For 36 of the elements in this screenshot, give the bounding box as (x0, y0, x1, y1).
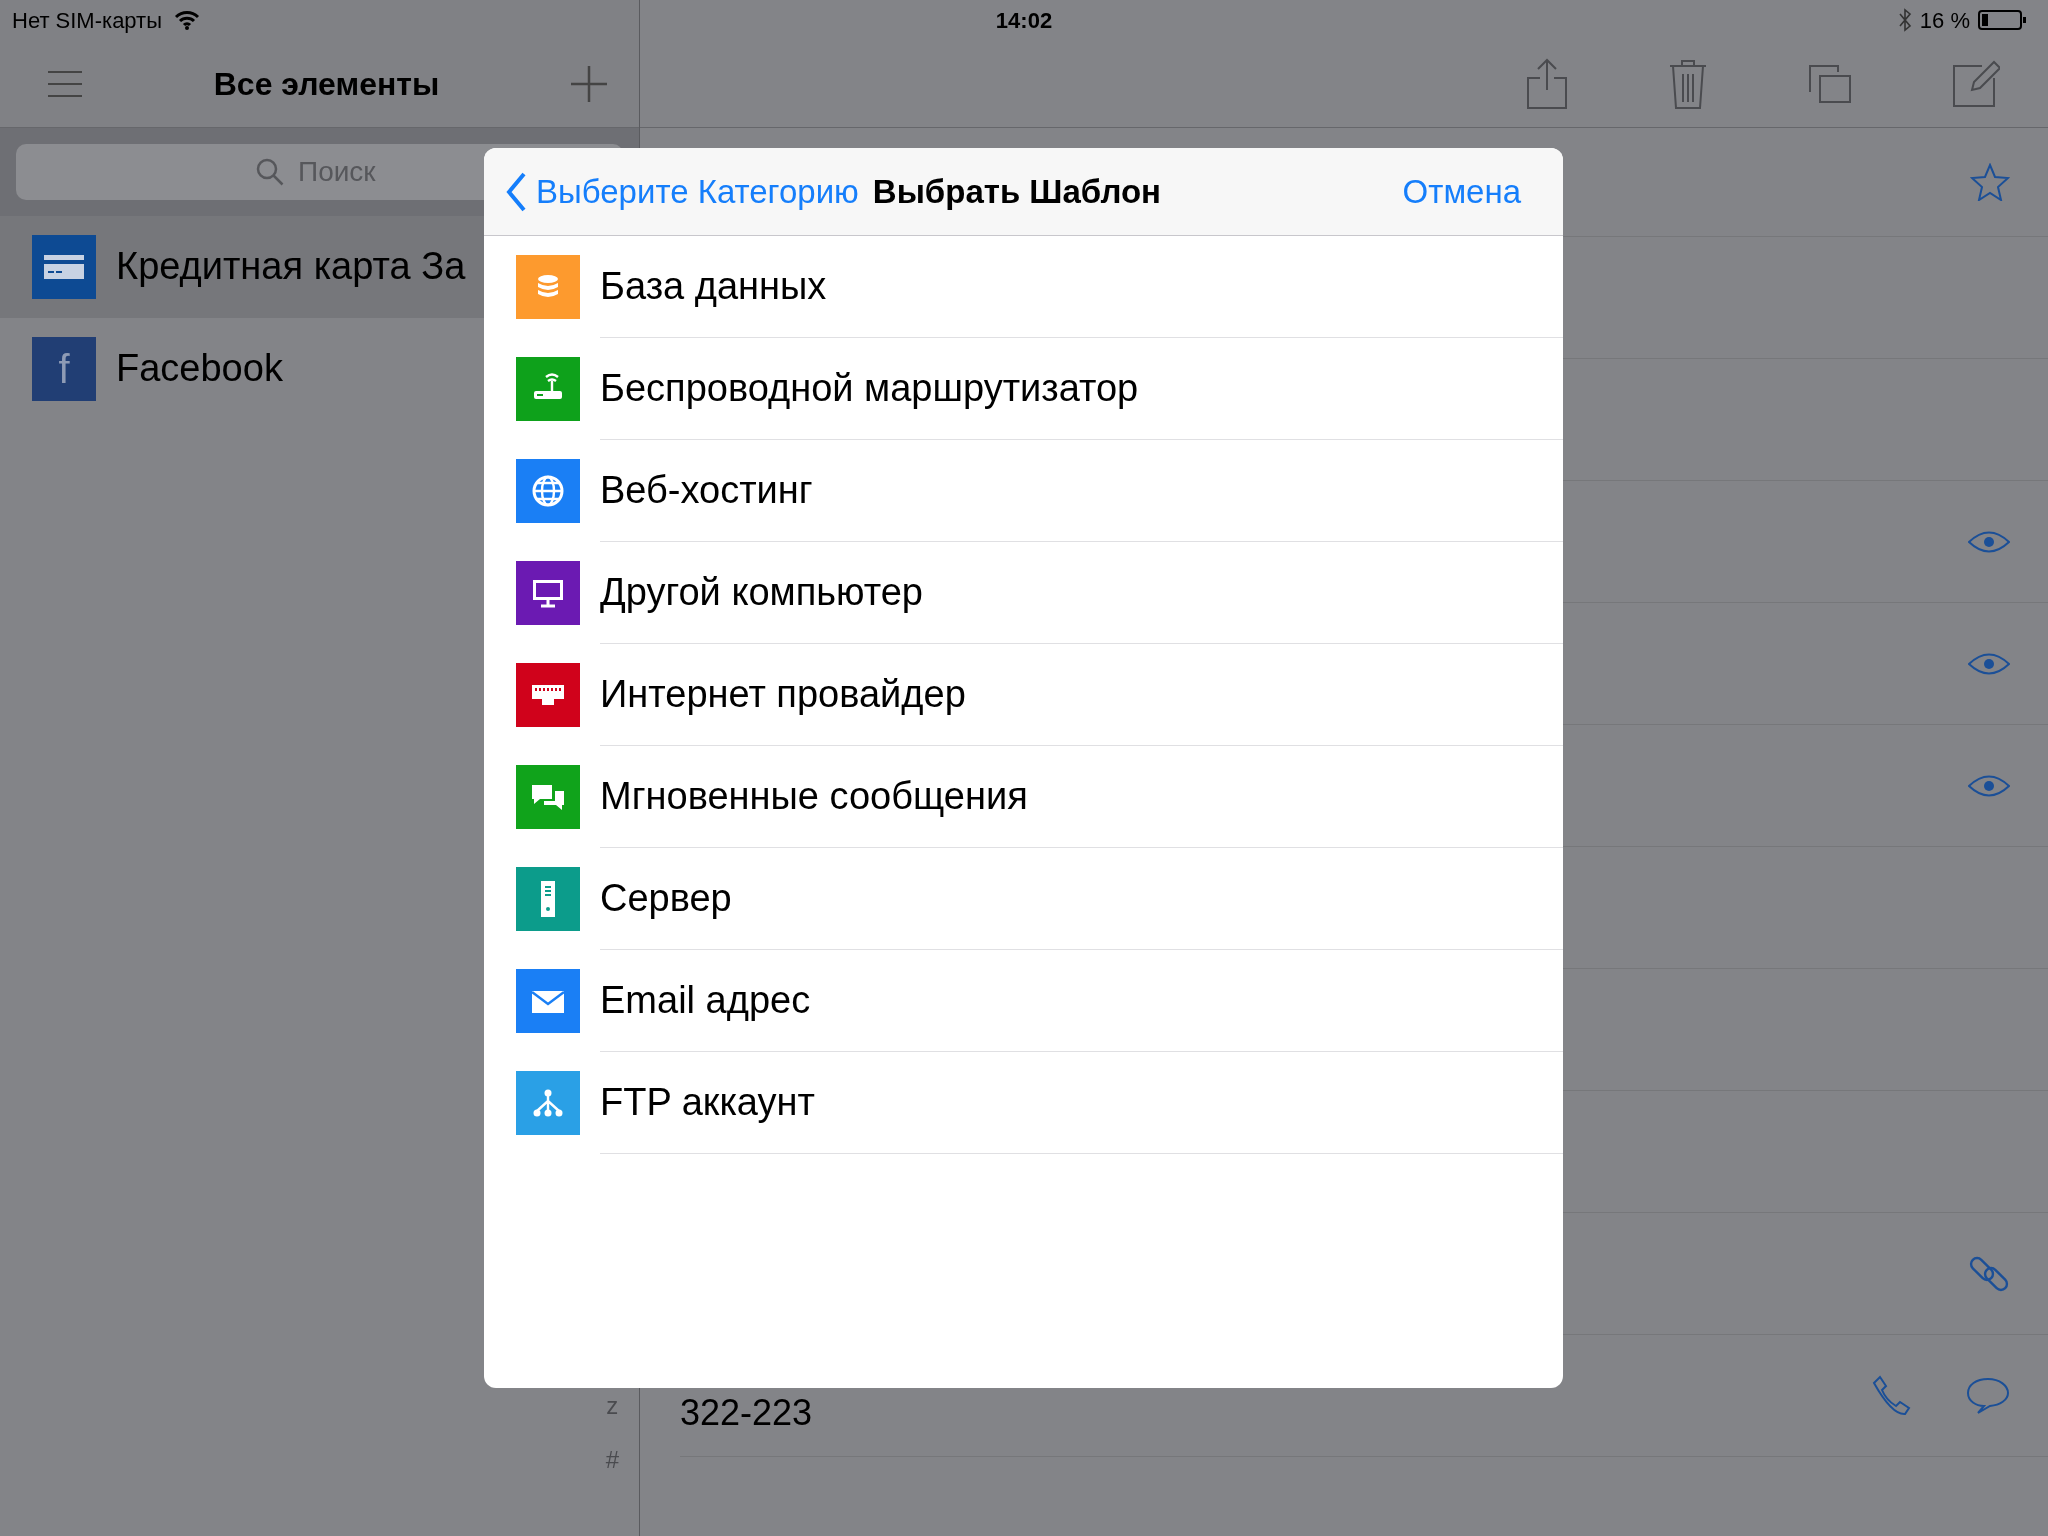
facebook-icon: f (32, 337, 96, 401)
menu-icon[interactable] (48, 68, 82, 99)
item-title: Кредитная карта Зa (116, 244, 466, 289)
share-icon[interactable] (1526, 57, 1568, 110)
clock-text: 14:02 (995, 6, 1053, 35)
credit-card-icon (32, 235, 96, 299)
search-icon (256, 158, 284, 186)
eye-icon[interactable] (1968, 774, 2010, 797)
edit-icon[interactable] (1952, 59, 2000, 108)
template-item[interactable]: FTP аккаунт (600, 1052, 1563, 1154)
template-item[interactable]: Мгновенные сообщения (600, 746, 1563, 848)
sidebar-title: Все элементы (212, 64, 441, 104)
bluetooth-icon (1897, 8, 1912, 32)
field-value: 322-223 (680, 1391, 813, 1435)
battery-icon (1978, 9, 2028, 31)
cancel-button[interactable]: Отмена (1402, 166, 1521, 217)
template-item[interactable]: Другой компьютер (600, 542, 1563, 644)
eye-icon[interactable] (1968, 652, 2010, 675)
template-item[interactable]: Беспроводной маршрутизатор (600, 338, 1563, 440)
duplicate-icon[interactable] (1808, 63, 1852, 104)
template-item[interactable]: Веб-хостинг (600, 440, 1563, 542)
wifi-icon (174, 9, 200, 31)
battery-percent-text: 16 % (1919, 6, 1970, 35)
trash-icon[interactable] (1668, 57, 1708, 110)
template-item[interactable]: База данных (600, 236, 1563, 338)
back-chevron-icon (506, 171, 526, 212)
template-item[interactable]: Email адрес (600, 950, 1563, 1052)
item-title: Facebook (116, 346, 283, 391)
star-icon[interactable] (1970, 163, 2010, 201)
eye-icon[interactable] (1968, 530, 2010, 553)
carrier-text: Нет SIM-карты (12, 6, 162, 35)
dialog-title: Выбрать Шаблон (872, 171, 1162, 212)
template-item[interactable]: Интернет провайдер (600, 644, 1563, 746)
template-item[interactable]: Сервер (600, 848, 1563, 950)
add-icon[interactable] (571, 65, 607, 102)
chat-bubble-icon[interactable] (1966, 1376, 2010, 1415)
